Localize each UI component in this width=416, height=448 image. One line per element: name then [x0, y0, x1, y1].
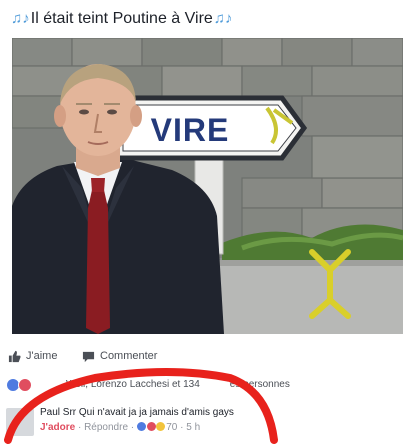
like-button[interactable]: J'aime	[8, 346, 57, 366]
love-link[interactable]: J'adore	[40, 422, 75, 433]
like-reaction-icon	[136, 422, 146, 431]
music-notes-icon: ♫♪	[213, 10, 233, 27]
comment-text: Paul Srr Qui n'avait ja ja jamais d'amis…	[40, 407, 234, 418]
photo-scene: VIRE	[12, 38, 403, 334]
haha-reaction-icon	[156, 422, 166, 431]
comment-bubble-icon	[82, 351, 95, 362]
reply-link[interactable]: Répondre	[84, 422, 128, 433]
facebook-post: ♫♪Il était teint Poutine à Vire♫♪ VIRE J…	[0, 0, 416, 448]
comment-label: Commenter	[100, 350, 158, 362]
post-actions: J'aime Commenter	[8, 346, 408, 366]
reactions-text: Weil, Lorenzo Lacchesi et 134	[66, 379, 200, 390]
love-reaction-icon	[146, 422, 156, 431]
post-photo[interactable]: VIRE	[12, 38, 403, 334]
post-caption: ♫♪Il était teint Poutine à Vire♫♪	[10, 8, 406, 30]
thumbs-up-icon	[8, 350, 21, 362]
love-reaction-icon	[18, 378, 32, 392]
reactions-summary[interactable]: Weil, Lorenzo Lacchesi et 134 es personn…	[6, 374, 410, 396]
comment-item: Paul Srr Qui n'avait ja ja jamais d'amis…	[6, 404, 410, 444]
like-label: J'aime	[26, 350, 58, 362]
comment-reaction-count: 70	[166, 422, 178, 433]
comment-button[interactable]: Commenter	[82, 346, 157, 366]
music-notes-icon: ♫♪	[11, 10, 30, 27]
comment-time: 5 h	[186, 422, 201, 433]
reactions-text-end: es personnes	[229, 379, 290, 390]
comment-meta: J'adore · Répondre · 70 · 5 h	[40, 422, 201, 433]
road	[202, 260, 403, 334]
avatar[interactable]	[6, 408, 34, 436]
sign-text: VIRE	[151, 112, 230, 148]
caption-text: Il était teint Poutine à Vire	[30, 10, 213, 27]
